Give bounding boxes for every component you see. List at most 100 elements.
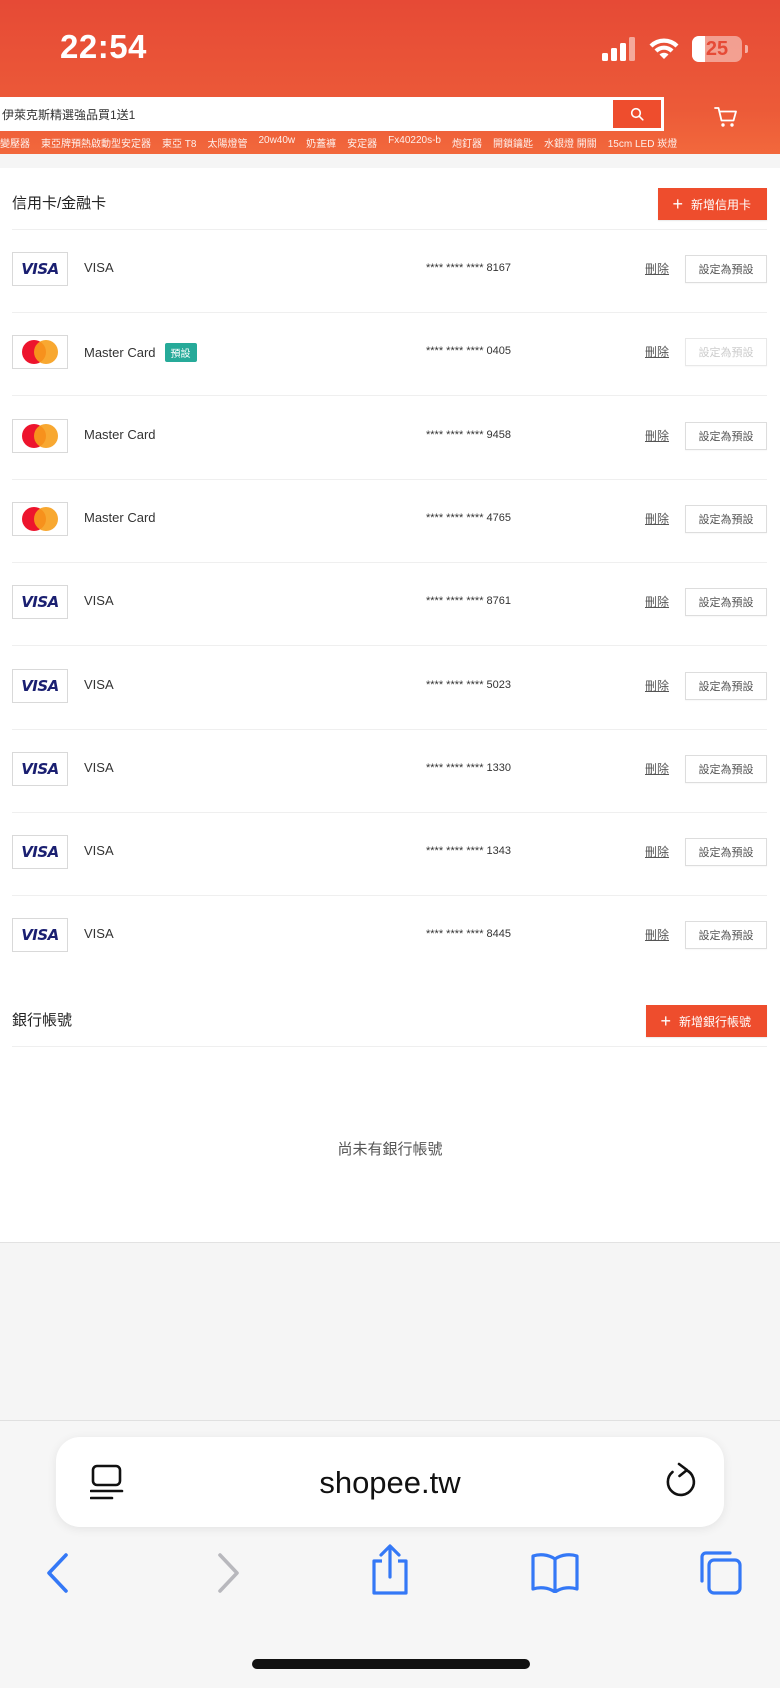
- plus-icon: +: [672, 194, 683, 214]
- back-icon[interactable]: [44, 1551, 72, 1595]
- delete-card-link[interactable]: 刪除: [645, 593, 669, 610]
- delete-card-link[interactable]: 刪除: [645, 677, 669, 694]
- delete-card-link[interactable]: 刪除: [645, 760, 669, 777]
- hint-link[interactable]: 東亞 T8: [162, 135, 196, 150]
- hint-link[interactable]: Fx40220s-b: [388, 135, 441, 149]
- hint-link[interactable]: 15cm LED 崁燈: [608, 135, 677, 150]
- set-default-button[interactable]: 設定為預設: [685, 838, 767, 867]
- bank-empty-message: 尚未有銀行帳號: [337, 1141, 443, 1158]
- address-bar[interactable]: shopee.tw: [56, 1437, 724, 1527]
- card-name-label: VISA: [84, 260, 114, 275]
- visa-wordmark: VISA: [21, 260, 59, 278]
- home-indicator: [252, 1659, 530, 1669]
- delete-card-link[interactable]: 刪除: [645, 260, 669, 277]
- card-number: **** **** **** 8167: [426, 262, 512, 274]
- card-name-label: VISA: [84, 843, 114, 859]
- set-default-button[interactable]: 設定為預設: [685, 921, 767, 950]
- url-text[interactable]: shopee.tw: [56, 1465, 724, 1501]
- bank-section-header: 銀行帳號 + 新增銀行帳號: [12, 985, 767, 1047]
- card-name-label: Master Card: [84, 509, 156, 525]
- hint-link[interactable]: 安定器: [347, 135, 377, 150]
- card-name: Master Card 預設: [84, 343, 197, 363]
- card-row: VISA VISA **** **** **** 5023 刪除 設定為預設: [12, 647, 767, 730]
- card-name-label: Master Card: [84, 345, 156, 361]
- delete-card-link[interactable]: 刪除: [645, 843, 669, 860]
- hint-link[interactable]: 變壓器: [0, 135, 30, 150]
- share-icon[interactable]: [368, 1543, 412, 1597]
- battery-indicator: 25: [692, 36, 748, 62]
- wifi-icon: [649, 38, 679, 59]
- hint-link[interactable]: 炮釘器: [452, 135, 482, 150]
- delete-card-link[interactable]: 刪除: [645, 343, 669, 360]
- bookmarks-icon[interactable]: [530, 1551, 580, 1593]
- search-input[interactable]: 伊萊克斯精選強品買1送1: [2, 106, 613, 123]
- card-name-label: VISA: [84, 676, 114, 692]
- visa-logo-icon: VISA: [12, 918, 68, 953]
- credit-card-section-title: 信用卡/金融卡: [12, 195, 107, 212]
- mastercard-logo-icon: [12, 418, 68, 453]
- cart-icon[interactable]: [714, 106, 738, 128]
- card-row: Master Card **** **** **** 9458 刪除 設定為預設: [12, 397, 767, 480]
- browser-toolbar: shopee.tw: [0, 1420, 780, 1688]
- set-default-button[interactable]: 設定為預設: [685, 671, 767, 700]
- set-default-button[interactable]: 設定為預設: [685, 421, 767, 450]
- signal-icon: [602, 37, 635, 61]
- visa-wordmark: VISA: [21, 926, 59, 945]
- forward-icon[interactable]: [214, 1551, 242, 1595]
- hint-link[interactable]: 東亞牌預熱啟動型安定器: [41, 135, 151, 150]
- battery-level: 25: [705, 37, 729, 60]
- card-name: VISA: [84, 677, 114, 692]
- card-name-label: VISA: [84, 926, 114, 942]
- card-name: VISA: [84, 593, 114, 608]
- delete-card-link[interactable]: 刪除: [645, 926, 669, 943]
- set-default-button[interactable]: 設定為預設: [685, 504, 767, 533]
- set-default-button[interactable]: 設定為預設: [685, 754, 767, 783]
- hint-link[interactable]: 20w40w: [258, 135, 295, 149]
- card-number: **** **** **** 1330: [426, 761, 512, 774]
- add-bank-account-button[interactable]: + 新增銀行帳號: [646, 1005, 767, 1037]
- visa-logo-icon: VISA: [12, 835, 68, 870]
- card-number: **** **** **** 8761: [426, 595, 512, 608]
- visa-logo-icon: VISA: [12, 585, 68, 620]
- card-name: VISA: [84, 843, 114, 858]
- status-icons: 25: [602, 32, 748, 66]
- search-button[interactable]: [613, 100, 661, 128]
- card-row: VISA VISA **** **** **** 8167 刪除 設定為預設: [12, 230, 767, 313]
- card-row: VISA VISA **** **** **** 8445 刪除 設定為預設: [12, 896, 767, 979]
- app-header: 22:54 25 伊萊克斯精選強品買1送1 變壓器 東亞牌預熱啟動型安定器 東亞…: [0, 0, 780, 154]
- delete-card-link[interactable]: 刪除: [645, 510, 669, 527]
- card-name: VISA: [84, 260, 114, 275]
- bank-section-title: 銀行帳號: [12, 1012, 73, 1029]
- card-row: Master Card **** **** **** 4765 刪除 設定為預設: [12, 480, 767, 563]
- mastercard-logo-icon: [12, 335, 68, 370]
- add-credit-card-button[interactable]: + 新增信用卡: [658, 188, 767, 220]
- set-default-button[interactable]: 設定為預設: [685, 588, 767, 617]
- payment-panel: 信用卡/金融卡 + 新增信用卡 VISA VISA **** **** **** 8…: [0, 168, 780, 1243]
- card-number: **** **** **** 5023: [426, 678, 512, 691]
- status-time: 22:54: [60, 28, 147, 65]
- card-name: VISA: [84, 926, 114, 941]
- card-number: **** **** **** 9458: [426, 428, 512, 441]
- card-number: **** **** **** 4765: [426, 511, 512, 524]
- credit-card-section-header: 信用卡/金融卡 + 新增信用卡: [12, 168, 767, 230]
- hint-link[interactable]: 奶蓋褲: [306, 135, 336, 150]
- card-row: Master Card 預設 **** **** **** 0405 刪除 設定為預設: [12, 313, 767, 397]
- tabs-icon[interactable]: [696, 1549, 744, 1597]
- add-credit-card-label: 新增信用卡: [690, 197, 751, 212]
- reload-icon[interactable]: [664, 1462, 698, 1500]
- mastercard-logo-icon: [12, 501, 68, 536]
- delete-card-link[interactable]: 刪除: [645, 427, 669, 444]
- set-default-button[interactable]: 設定為預設: [685, 255, 767, 283]
- visa-logo-icon: VISA: [12, 751, 68, 786]
- card-name: VISA: [84, 760, 114, 775]
- hint-link[interactable]: 水銀燈 開關: [544, 135, 597, 150]
- card-name: Master Card: [84, 427, 156, 442]
- card-row: VISA VISA **** **** **** 1330 刪除 設定為預設: [12, 730, 767, 813]
- visa-wordmark: VISA: [21, 593, 59, 612]
- search-icon: [630, 107, 644, 121]
- hint-link[interactable]: 開鎖鑰匙: [493, 135, 533, 150]
- hint-link[interactable]: 太陽燈管: [207, 135, 247, 150]
- search-bar[interactable]: 伊萊克斯精選強品買1送1: [0, 97, 664, 131]
- card-row: VISA VISA **** **** **** 1343 刪除 設定為預設: [12, 813, 767, 897]
- card-name-label: VISA: [84, 759, 114, 775]
